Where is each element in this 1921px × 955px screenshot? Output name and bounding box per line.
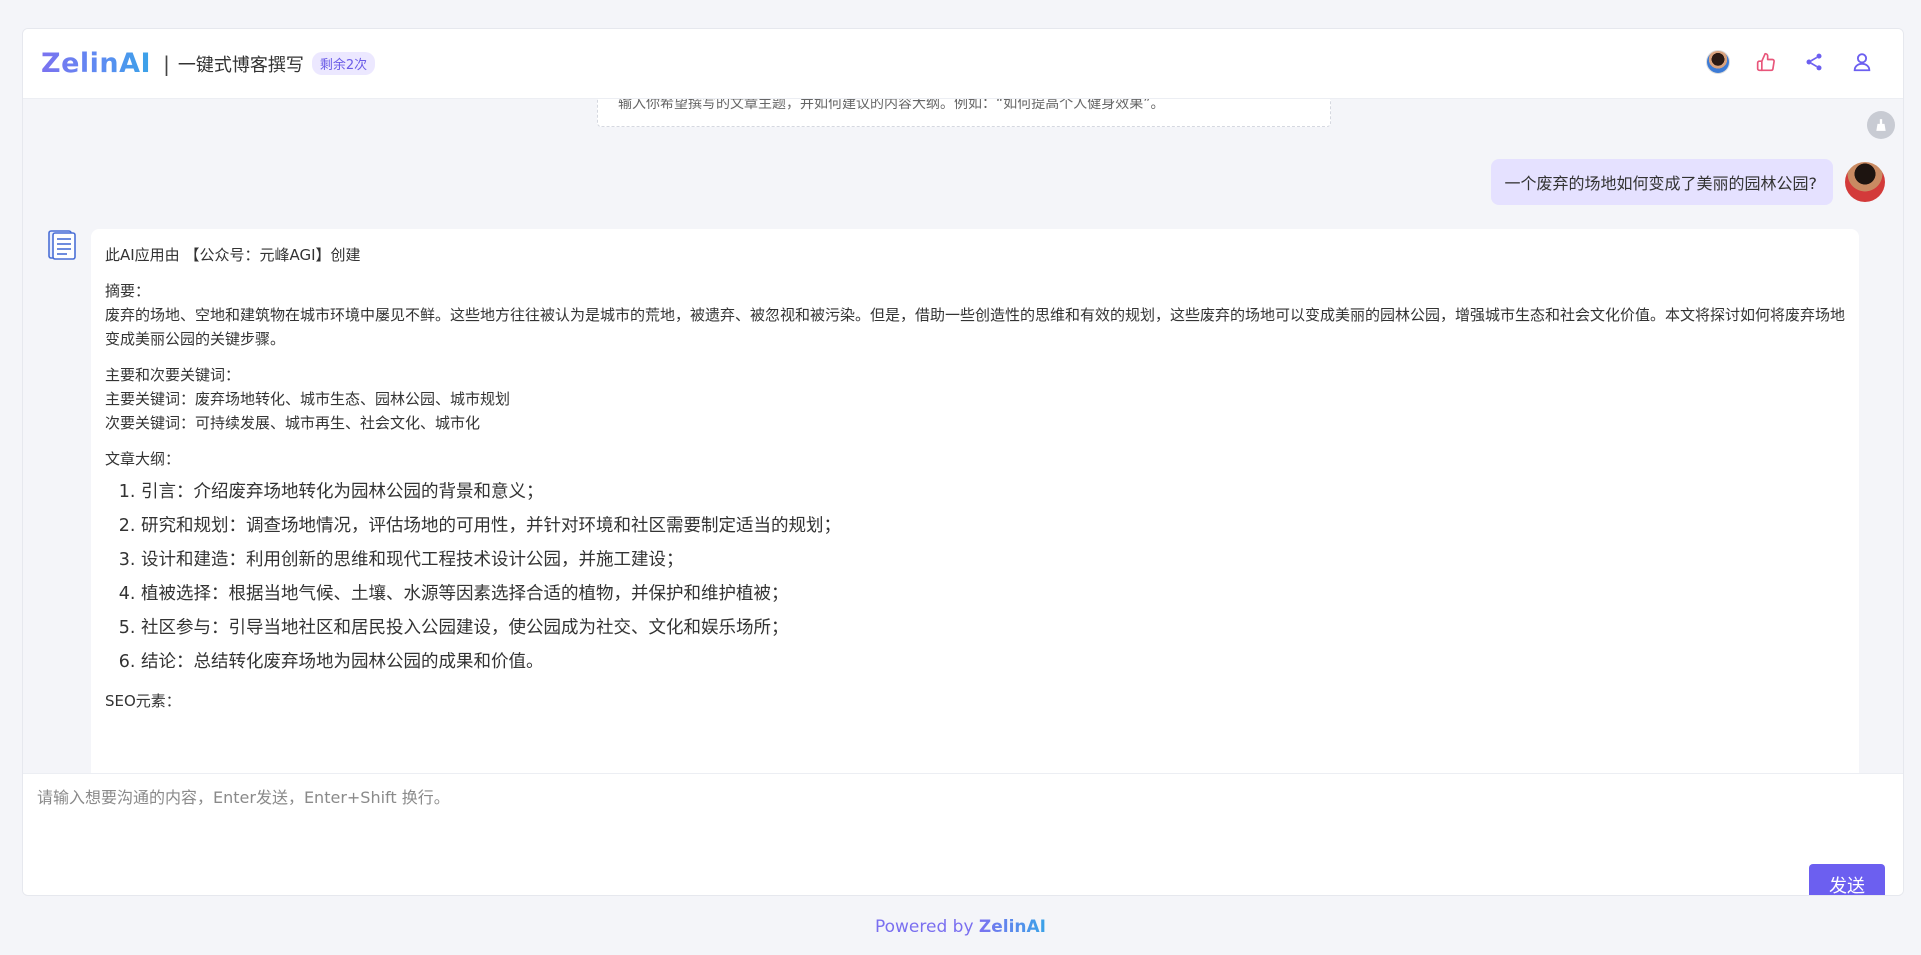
remaining-count-badge: 剩余2次: [311, 52, 376, 75]
secondary-keywords: 次要关键词：可持续发展、城市再生、社会文化、城市化: [105, 414, 481, 432]
share-icon[interactable]: [1801, 49, 1827, 75]
credit-text: 此AI应用由 【公众号：元峰AGI】创建: [105, 246, 361, 264]
list-item: 植被选择：根据当地气候、土壤、水源等因素选择合适的植物，并保护和维护植被；: [141, 577, 1845, 611]
bot-message: 此AI应用由 【公众号：元峰AGI】创建 摘要： 废弃的场地、空地和建筑物在城市…: [91, 229, 1859, 773]
list-item: 引言：介绍废弃场地转化为园林公园的背景和意义；: [141, 475, 1845, 509]
keywords-section: 主要和次要关键词： 主要关键词：废弃场地转化、城市生态、园林公园、城市规划 次要…: [105, 363, 1845, 435]
primary-keywords: 主要关键词：废弃场地转化、城市生态、园林公园、城市规划: [105, 390, 511, 408]
seo-label: SEO元素：: [105, 692, 181, 710]
chat-area[interactable]: 输入你希望撰写的文章主题，并如何建议的内容大纲。例如：“如何提高个人健身效果”。…: [23, 99, 1903, 773]
footer-brand-link[interactable]: ZelinAI: [979, 917, 1046, 937]
title-separator: |: [163, 51, 170, 76]
summary-label: 摘要：: [105, 282, 151, 300]
send-button[interactable]: 发送: [1809, 864, 1885, 895]
header-actions: [1705, 49, 1875, 75]
broom-icon[interactable]: [1867, 111, 1895, 139]
footer: Powered by ZelinAI: [0, 917, 1921, 937]
user-icon[interactable]: [1849, 49, 1875, 75]
summary-section: 摘要： 废弃的场地、空地和建筑物在城市环境中屡见不鲜。这些地方往往被认为是城市的…: [105, 279, 1845, 351]
footer-prefix: Powered by: [874, 917, 979, 937]
list-item: 研究和规划：调查场地情况，评估场地的可用性，并针对环境和社区需要制定适当的规划；: [141, 509, 1845, 543]
avatar: [1706, 50, 1730, 74]
list-item: 社区参与：引导当地社区和居民投入公园建设，使公园成为社交、文化和娱乐场所；: [141, 611, 1845, 645]
page-title: 一键式博客撰写: [177, 54, 304, 76]
message-input[interactable]: [37, 784, 1617, 834]
summary-text: 废弃的场地、空地和建筑物在城市环境中屡见不鲜。这些地方往往被认为是城市的荒地，被…: [105, 306, 1846, 348]
list-item: 结论：总结转化废弃场地为园林公园的成果和价值。: [141, 645, 1845, 679]
app-window: ZelinAI | 一键式博客撰写 剩余2次 输入你希望撰写的文章主题，并如何建…: [22, 28, 1904, 896]
avatar: [1845, 162, 1885, 202]
thumbs-up-icon[interactable]: [1753, 49, 1779, 75]
composer: 发送: [23, 773, 1903, 895]
welcome-text: 输入你希望撰写的文章主题，并如何建议的内容大纲。例如：“如何提高个人健身效果”。: [618, 99, 1165, 112]
document-icon: [47, 229, 79, 261]
user-bubble: 一个废弃的场地如何变成了美丽的园林公园?: [1490, 159, 1833, 205]
list-item: 设计和建造：利用创新的思维和现代工程技术设计公园，并施工建设；: [141, 543, 1845, 577]
welcome-hint: 输入你希望撰写的文章主题，并如何建议的内容大纲。例如：“如何提高个人健身效果”。: [597, 99, 1331, 127]
outline-list: 引言：介绍废弃场地转化为园林公园的背景和意义； 研究和规划：调查场地情况，评估场…: [141, 475, 1845, 679]
user-message: 一个废弃的场地如何变成了美丽的园林公园?: [1490, 159, 1885, 205]
logo: ZelinAI: [41, 48, 152, 79]
header: ZelinAI | 一键式博客撰写 剩余2次: [23, 29, 1903, 99]
keywords-label: 主要和次要关键词：: [105, 366, 241, 384]
user-avatar-icon[interactable]: [1705, 49, 1731, 75]
outline-label: 文章大纲：: [105, 450, 181, 468]
